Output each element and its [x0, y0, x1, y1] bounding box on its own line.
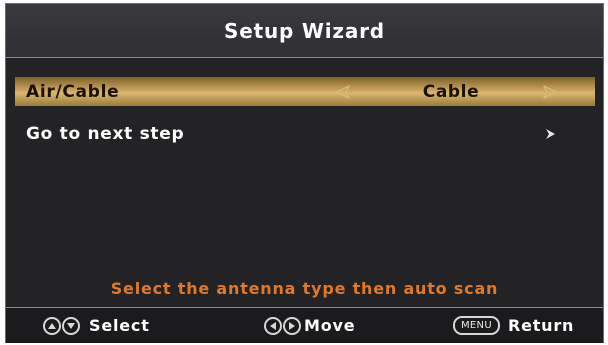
up-icon: [43, 316, 61, 335]
hint-text: Select the antenna type then auto scan: [110, 279, 499, 298]
arrow-left-icon[interactable]: [335, 84, 351, 100]
next-step-label: Go to next step: [26, 123, 185, 144]
air-cable-label: Air/Cable: [26, 81, 120, 102]
chevron-right-icon: [546, 129, 555, 139]
menu-item-next-step[interactable]: Go to next step: [15, 119, 595, 148]
footer-bar: Select Move MENU Return: [6, 307, 603, 343]
down-icon: [62, 316, 80, 335]
left-icon: [264, 316, 282, 335]
title-bar: Setup Wizard: [6, 4, 603, 58]
footer-return: MENU Return: [453, 308, 574, 343]
air-cable-value: Cable: [422, 81, 480, 102]
footer-move: Move: [264, 308, 355, 343]
setup-wizard-window: Setup Wizard Air/Cable Cable Go to next …: [5, 3, 604, 343]
arrow-right-icon[interactable]: [542, 84, 558, 100]
page-title: Setup Wizard: [224, 18, 385, 43]
right-icon: [283, 316, 301, 335]
menu-item-air-cable[interactable]: Air/Cable Cable: [15, 77, 595, 106]
footer-select: Select: [43, 308, 150, 343]
return-label: Return: [507, 316, 575, 335]
select-label: Select: [89, 316, 150, 335]
move-label: Move: [304, 316, 356, 335]
menu-key: MENU: [453, 316, 500, 335]
